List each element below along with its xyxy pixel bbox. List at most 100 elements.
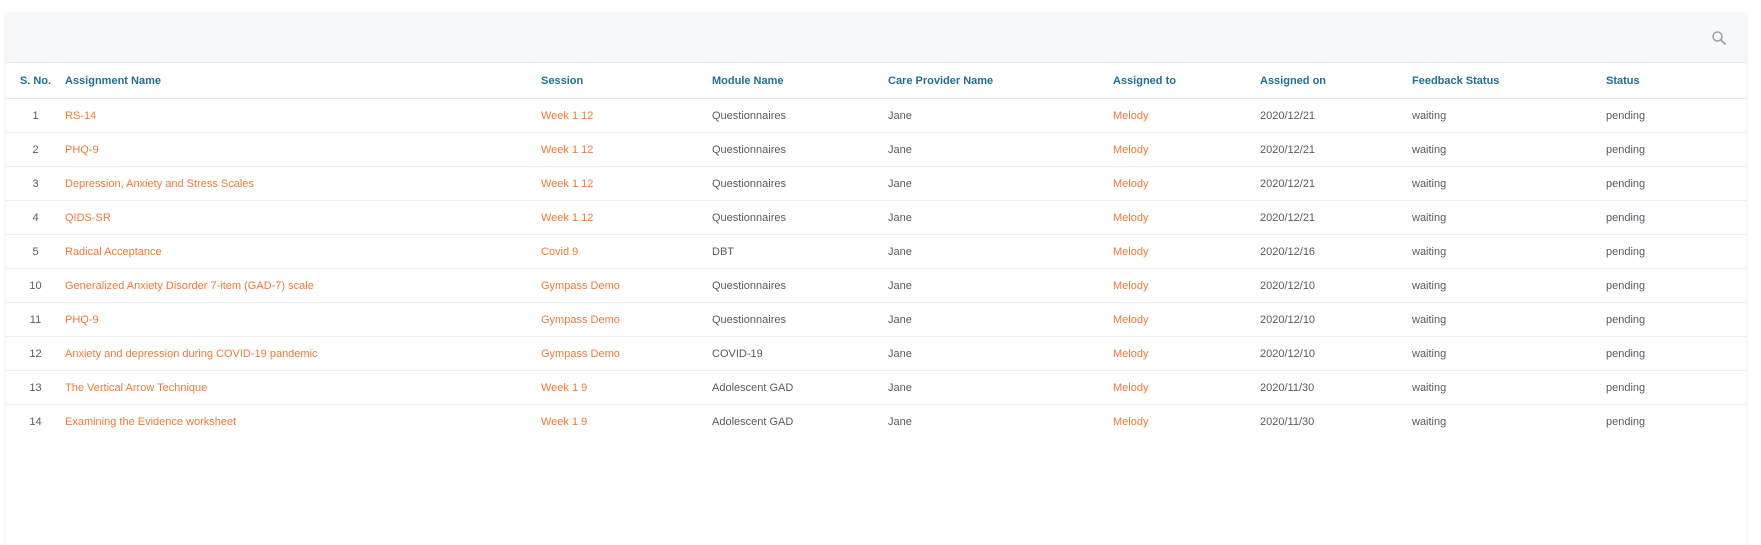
session-link[interactable]: Week 1 12 [541, 132, 712, 167]
cell-module: Questionnaires [712, 98, 888, 133]
session-link[interactable]: Week 1 12 [541, 98, 712, 133]
assigned-to-link[interactable]: Melody [1113, 302, 1260, 337]
assignment-link[interactable]: RS-14 [65, 98, 541, 133]
session-link[interactable]: Gympass Demo [541, 336, 712, 371]
table-row: 13 The Vertical Arrow Technique Week 1 9… [6, 370, 1746, 405]
assigned-to-link[interactable]: Melody [1113, 234, 1260, 269]
header-status[interactable]: Status [1606, 63, 1746, 99]
cell-care-provider: Jane [888, 234, 1113, 269]
header-sno[interactable]: S. No. [6, 63, 65, 99]
cell-feedback-status: waiting [1412, 166, 1606, 201]
cell-assigned-on: 2020/12/10 [1260, 336, 1412, 371]
header-session[interactable]: Session [541, 63, 712, 99]
session-link[interactable]: Week 1 12 [541, 200, 712, 235]
cell-assigned-on: 2020/12/21 [1260, 98, 1412, 133]
table-row: 5 Radical Acceptance Covid 9 DBT Jane Me… [6, 234, 1746, 269]
table-row: 10 Generalized Anxiety Disorder 7-item (… [6, 268, 1746, 303]
cell-care-provider: Jane [888, 370, 1113, 405]
assigned-to-link[interactable]: Melody [1113, 200, 1260, 235]
cell-assigned-on: 2020/11/30 [1260, 415, 1315, 428]
table-row: 3 Depression, Anxiety and Stress Scales … [6, 166, 1746, 201]
cell-assigned-on: 2020/12/16 [1260, 234, 1412, 269]
cell-module: DBT [712, 234, 888, 269]
cell-status: pending [1606, 132, 1746, 167]
cell-status: pending [1606, 415, 1646, 428]
session-link[interactable]: Gympass Demo [541, 302, 712, 337]
assignment-link[interactable]: The Vertical Arrow Technique [65, 370, 541, 405]
session-link[interactable]: Week 1 9 [541, 405, 712, 439]
cell-care-provider: Jane [888, 132, 1113, 167]
header-assignment-name[interactable]: Assignment Name [65, 63, 541, 99]
cell-module: Questionnaires [712, 268, 888, 303]
cell-feedback-status: waiting [1412, 415, 1447, 428]
session-link[interactable]: Week 1 9 [541, 370, 712, 405]
cell-status: pending [1606, 302, 1746, 337]
cell-assigned-on: 2020/12/21 [1260, 132, 1412, 167]
assignment-link[interactable]: Examining the Evidence worksheet [65, 405, 541, 439]
cell-status: pending [1606, 268, 1746, 303]
cell-module: Adolescent GAD [712, 370, 888, 405]
cell-sno: 12 [6, 336, 65, 371]
cell-sno: 13 [6, 370, 65, 405]
assigned-to-link[interactable]: Melody [1113, 370, 1260, 405]
cell-feedback-status: waiting [1412, 268, 1606, 303]
cell-care-provider: Jane [888, 415, 912, 428]
assigned-to-link[interactable]: Melody [1113, 132, 1260, 167]
session-link[interactable]: Week 1 12 [541, 166, 712, 201]
table-row: 12 Anxiety and depression during COVID-1… [6, 336, 1746, 371]
table-row: 1 RS-14 Week 1 12 Questionnaires Jane Me… [6, 98, 1746, 133]
cell-feedback-status: waiting [1412, 302, 1606, 337]
assignment-link[interactable]: Generalized Anxiety Disorder 7-item (GAD… [65, 268, 541, 303]
cell-module: Questionnaires [712, 200, 888, 235]
header-feedback-status[interactable]: Feedback Status [1412, 63, 1606, 99]
cell-assigned-on: 2020/12/10 [1260, 268, 1412, 303]
assignment-link[interactable]: Depression, Anxiety and Stress Scales [65, 166, 541, 201]
table-row: 11 PHQ-9 Gympass Demo Questionnaires Jan… [6, 302, 1746, 337]
assignment-link[interactable]: Radical Acceptance [65, 234, 541, 269]
assignments-panel: S. No. Assignment Name Session Module Na… [6, 14, 1746, 545]
cell-sno: 10 [6, 268, 65, 303]
table-row: 14 Examining the Evidence worksheet Week… [6, 405, 1746, 439]
table-header-row: S. No. Assignment Name Session Module Na… [6, 63, 1746, 99]
assignment-link[interactable]: Anxiety and depression during COVID-19 p… [65, 336, 541, 371]
cell-status: pending [1606, 98, 1746, 133]
cell-care-provider: Jane [888, 302, 1113, 337]
cell-care-provider: Jane [888, 166, 1113, 201]
cell-assigned-on: 2020/12/10 [1260, 302, 1412, 337]
assignment-link[interactable]: PHQ-9 [65, 132, 541, 167]
assigned-to-link[interactable]: Melody [1113, 405, 1260, 439]
assigned-to-link[interactable]: Melody [1113, 98, 1260, 133]
cell-module: Questionnaires [712, 132, 888, 167]
cell-feedback-status: waiting [1412, 200, 1606, 235]
header-assigned-to[interactable]: Assigned to [1113, 63, 1260, 99]
table-row: 4 QIDS-SR Week 1 12 Questionnaires Jane … [6, 200, 1746, 235]
assignment-link[interactable]: PHQ-9 [65, 302, 541, 337]
cell-sno: 1 [6, 98, 65, 133]
cell-assigned-on: 2020/12/21 [1260, 200, 1412, 235]
cell-status: pending [1606, 370, 1746, 405]
search-icon[interactable] [1710, 29, 1728, 47]
assigned-to-link[interactable]: Melody [1113, 166, 1260, 201]
session-link[interactable]: Gympass Demo [541, 268, 712, 303]
cell-module: COVID-19 [712, 336, 888, 371]
table-toolbar [6, 14, 1746, 63]
assigned-to-link[interactable]: Melody [1113, 268, 1260, 303]
table-row: 2 PHQ-9 Week 1 12 Questionnaires Jane Me… [6, 132, 1746, 167]
cell-assigned-on: 2020/12/21 [1260, 166, 1412, 201]
cell-feedback-status: waiting [1412, 234, 1606, 269]
cell-module: Questionnaires [712, 166, 888, 201]
header-assigned-on[interactable]: Assigned on [1260, 63, 1412, 99]
header-care-provider-name[interactable]: Care Provider Name [888, 63, 1113, 99]
cell-sno: 11 [6, 302, 65, 337]
cell-sno: 5 [6, 234, 65, 269]
cell-care-provider: Jane [888, 268, 1113, 303]
cell-assigned-on: 2020/11/30 [1260, 370, 1412, 405]
cell-feedback-status: waiting [1412, 98, 1606, 133]
assigned-to-link[interactable]: Melody [1113, 336, 1260, 371]
header-module-name[interactable]: Module Name [712, 63, 888, 99]
assignment-link[interactable]: QIDS-SR [65, 200, 541, 235]
cell-status: pending [1606, 234, 1746, 269]
cell-care-provider: Jane [888, 200, 1113, 235]
session-link[interactable]: Covid 9 [541, 234, 712, 269]
cell-module: Adolescent GAD [712, 415, 794, 428]
